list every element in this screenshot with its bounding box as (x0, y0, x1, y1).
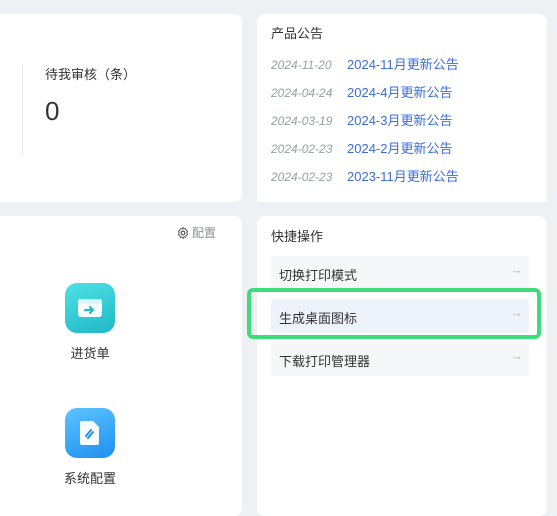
app-label: 进货单 (70, 346, 110, 361)
announcement-list: 2024-11-20 2024-11月更新公告 2024-04-24 2024-… (271, 57, 459, 197)
pending-review-label: 待我审核（条） (45, 67, 137, 82)
stats-card (0, 14, 242, 202)
quick-action-label: 下载打印管理器 (279, 354, 371, 369)
announcement-item[interactable]: 2024-03-19 2024-3月更新公告 (271, 113, 459, 141)
arrow-right-icon: → (510, 348, 523, 363)
settings-doc-icon (65, 408, 115, 458)
quick-action-download-print-manager[interactable]: 下载打印管理器 → (271, 342, 529, 376)
arrow-right-icon: → (510, 305, 523, 320)
config-button[interactable]: 配置 (176, 224, 216, 241)
inbound-icon (65, 283, 115, 333)
announcement-item[interactable]: 2024-11-20 2024-11月更新公告 (271, 57, 459, 85)
config-label: 配置 (192, 226, 217, 240)
announcement-item[interactable]: 2024-02-23 2024-2月更新公告 (271, 141, 459, 169)
announcement-date: 2024-02-23 (271, 142, 333, 156)
app-tile-system-config[interactable]: 系统配置 (50, 408, 130, 487)
quick-action-switch-print-mode[interactable]: 切换打印模式 → (271, 256, 529, 290)
announcement-link[interactable]: 2024-11月更新公告 (347, 57, 459, 85)
quick-action-label: 切换打印模式 (279, 268, 358, 283)
announcements-title: 产品公告 (271, 26, 324, 41)
quick-action-label: 生成桌面图标 (279, 311, 358, 326)
gear-icon (177, 226, 189, 239)
announcement-date: 2024-04-24 (271, 86, 333, 100)
announcement-link[interactable]: 2024-3月更新公告 (347, 113, 452, 141)
quick-actions-title: 快捷操作 (271, 229, 324, 244)
arrow-right-icon: → (510, 262, 523, 277)
stat-divider (22, 64, 23, 156)
announcement-scroll-clip (257, 188, 547, 202)
announcement-item[interactable]: 2024-04-24 2024-4月更新公告 (271, 85, 459, 113)
quick-action-create-desktop-icon[interactable]: 生成桌面图标 → (271, 299, 529, 333)
announcement-link[interactable]: 2024-2月更新公告 (347, 141, 452, 169)
announcement-date: 2024-03-19 (271, 114, 333, 128)
announcement-date: 2024-11-20 (271, 58, 332, 72)
pending-review-value[interactable]: 0 (45, 96, 59, 127)
app-label: 系统配置 (63, 471, 116, 486)
announcement-link[interactable]: 2024-4月更新公告 (347, 85, 452, 113)
app-tile-inbound[interactable]: 进货单 (50, 283, 130, 362)
